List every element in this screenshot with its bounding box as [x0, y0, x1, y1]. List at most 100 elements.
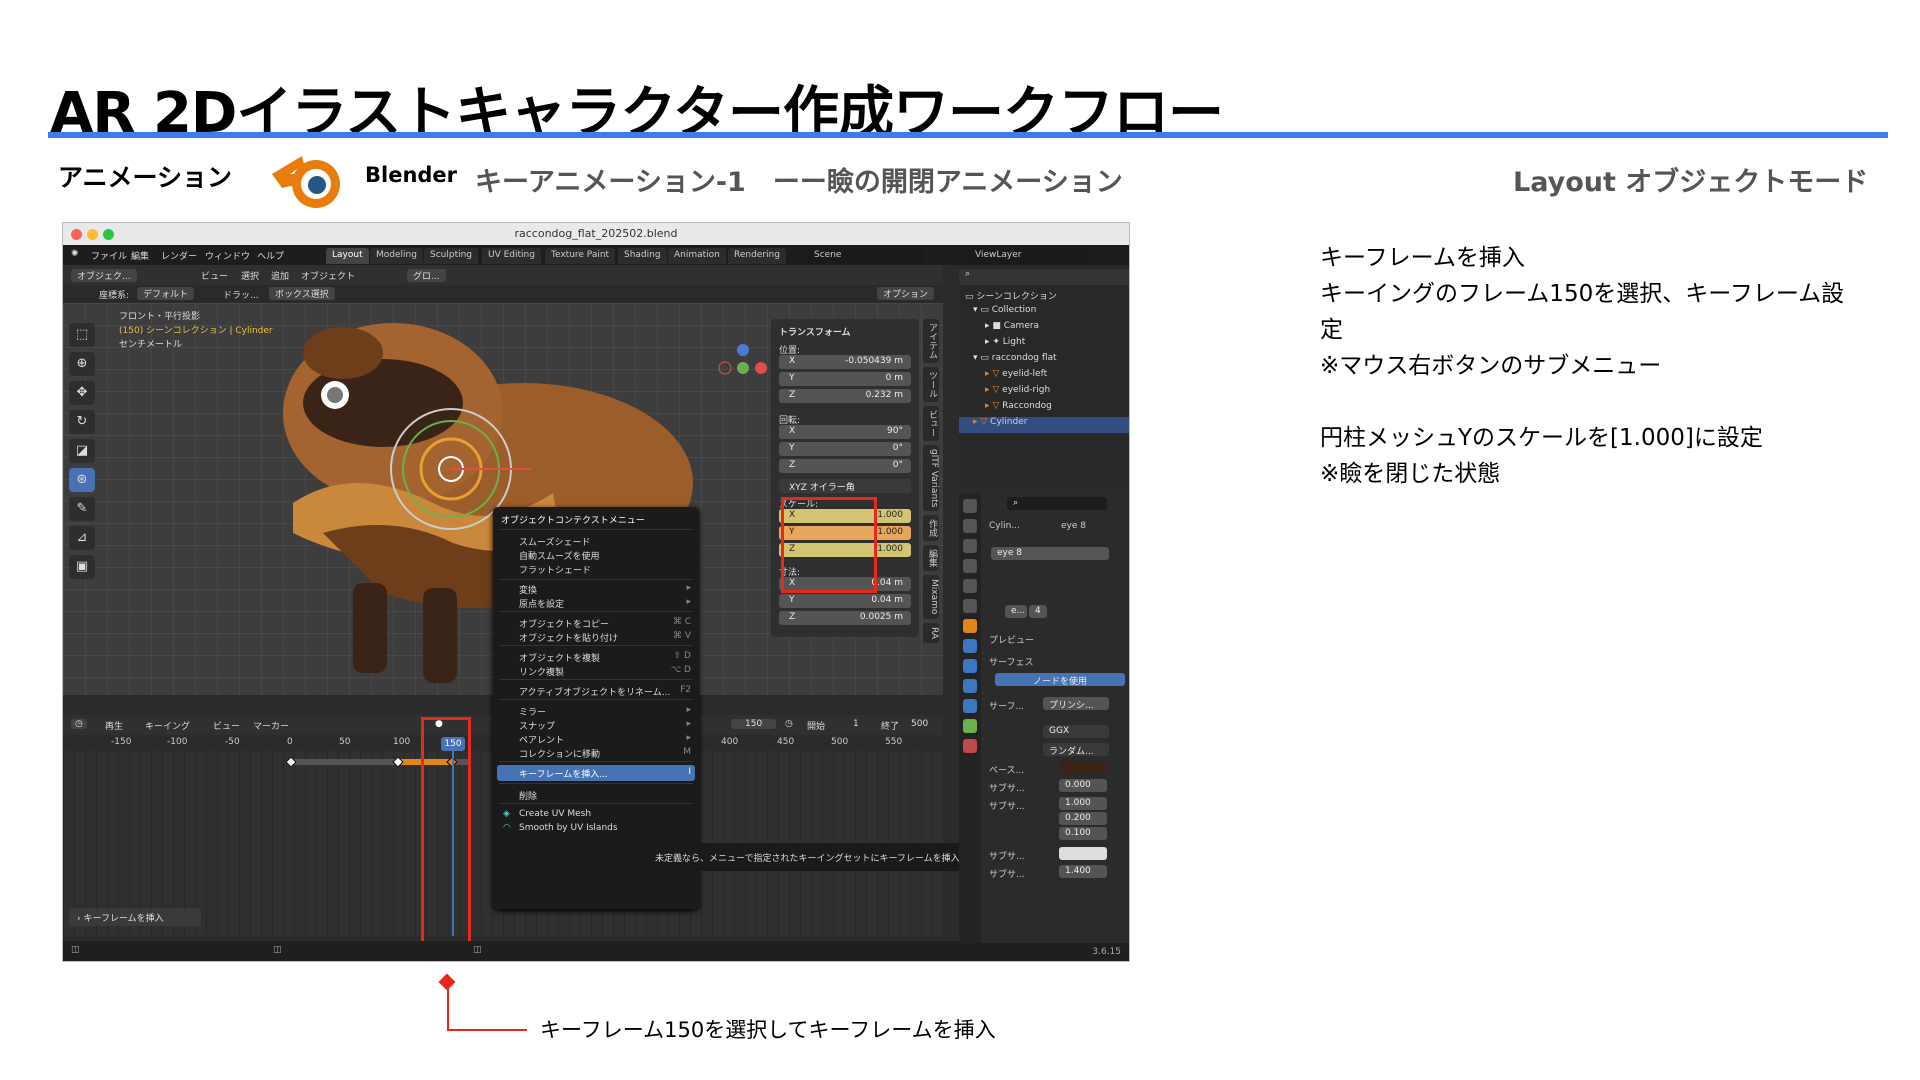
- measure-tool-icon[interactable]: ⊿: [69, 526, 95, 550]
- modifier-tab-icon[interactable]: [963, 639, 977, 653]
- outliner-item[interactable]: ▾ ▭ Collection: [959, 305, 1129, 321]
- filter-icon[interactable]: ⌕: [965, 269, 970, 279]
- axis-navigator[interactable]: [718, 343, 768, 393]
- menu-smooth-by-uv[interactable]: Smooth by UV Islands: [519, 823, 618, 833]
- tab-edit[interactable]: 編集: [923, 545, 939, 572]
- menu-flat-shade[interactable]: フラットシェード: [519, 563, 591, 576]
- outliner-item-selected[interactable]: ▸ ▽ Cylinder: [959, 417, 1129, 433]
- mode-dropdown[interactable]: オブジェク...: [71, 269, 137, 282]
- rotate-tool-icon[interactable]: ↻: [69, 410, 95, 434]
- outliner-item[interactable]: ▸ ▽ eyelid-left: [959, 369, 1129, 385]
- tab-uv-editing[interactable]: UV Editing: [482, 248, 541, 264]
- clock-icon[interactable]: ◷: [785, 719, 793, 729]
- radius-z-field[interactable]: 0.100: [1059, 827, 1107, 840]
- radius-y-field[interactable]: 0.200: [1059, 812, 1107, 825]
- rotation-z-field[interactable]: Z 0°: [779, 459, 911, 473]
- use-nodes-button[interactable]: ノードを使用: [995, 673, 1125, 687]
- tab-item[interactable]: アイテム: [923, 319, 939, 363]
- outliner-item[interactable]: ▸ ▽ eyelid-righ: [959, 385, 1129, 401]
- cursor-tool-icon[interactable]: ⊕: [69, 352, 95, 376]
- outliner-item[interactable]: ▸ ▽ Raccondog: [959, 401, 1129, 417]
- scene-tab-icon[interactable]: [963, 579, 977, 593]
- tab-shading[interactable]: Shading: [618, 248, 667, 264]
- menu-duplicate-object[interactable]: オブジェクトを複製: [519, 651, 600, 664]
- menu-marker[interactable]: マーカー: [253, 719, 289, 732]
- tab-create[interactable]: 作成: [923, 515, 939, 542]
- menu-object[interactable]: オブジェクト: [301, 269, 355, 282]
- tab-ra[interactable]: RA: [923, 622, 939, 643]
- location-z-field[interactable]: Z 0.232 m: [779, 389, 911, 403]
- render-tab-icon[interactable]: [963, 519, 977, 533]
- menu-move-to-collection[interactable]: コレクションに移動: [519, 747, 600, 760]
- material-slot[interactable]: eye 8: [991, 547, 1109, 560]
- tab-modeling[interactable]: Modeling: [370, 248, 423, 264]
- menu-add[interactable]: 追加: [271, 269, 289, 282]
- menu-delete[interactable]: 削除: [519, 789, 537, 802]
- menu-copy-object[interactable]: オブジェクトをコピー: [519, 617, 609, 630]
- coord-dropdown[interactable]: デフォルト: [137, 287, 195, 300]
- surface-panel-header[interactable]: サーフェス: [989, 655, 1033, 668]
- orientation-dropdown[interactable]: グロ...: [407, 269, 446, 282]
- outliner-item[interactable]: ▸ ✦ Light: [959, 337, 1129, 353]
- add-cube-tool-icon[interactable]: ▣: [69, 555, 95, 579]
- view-layer-tab-icon[interactable]: [963, 559, 977, 573]
- subsurface-ior-field[interactable]: 1.400: [1059, 865, 1107, 878]
- viewlayer-selector[interactable]: ViewLayer: [969, 248, 1087, 264]
- tab-view[interactable]: ビュー: [923, 406, 939, 441]
- menu-edit[interactable]: 編集: [131, 249, 149, 262]
- tab-mixamo[interactable]: Mixamo: [923, 575, 939, 619]
- menu-window[interactable]: ウィンドウ: [205, 249, 250, 262]
- tab-rendering[interactable]: Rendering: [728, 248, 786, 264]
- transform-tool-icon[interactable]: ⊛: [69, 468, 95, 492]
- last-operator-panel[interactable]: › キーフレームを挿入: [69, 908, 201, 926]
- menu-tl-view[interactable]: ビュー: [213, 719, 240, 732]
- menu-render[interactable]: レンダー: [161, 249, 197, 262]
- tab-sculpting[interactable]: Sculpting: [424, 248, 479, 264]
- scene-selector[interactable]: Scene: [808, 248, 924, 264]
- menu-auto-smooth[interactable]: 自動スムーズを使用: [519, 549, 600, 562]
- object-tab-icon[interactable]: [963, 619, 977, 633]
- constraints-tab-icon[interactable]: [963, 699, 977, 713]
- tab-tool[interactable]: ツール: [923, 367, 939, 402]
- menu-snap[interactable]: スナップ: [519, 719, 555, 732]
- output-tab-icon[interactable]: [963, 539, 977, 553]
- current-frame-field[interactable]: 150: [731, 719, 777, 729]
- move-tool-icon[interactable]: ✥: [69, 381, 95, 405]
- outliner-item[interactable]: ▸ ■ Camera: [959, 321, 1129, 337]
- menu-select[interactable]: 選択: [241, 269, 259, 282]
- base-color-field[interactable]: [1059, 761, 1107, 774]
- rotation-mode-dropdown[interactable]: XYZ オイラー角: [779, 479, 911, 493]
- subsurface-method-dropdown[interactable]: ランダム...: [1043, 743, 1109, 757]
- material-name-field[interactable]: e...: [1005, 605, 1027, 618]
- options-dropdown[interactable]: オプション: [877, 287, 935, 300]
- menu-file[interactable]: ファイル: [91, 249, 127, 262]
- rotation-y-field[interactable]: Y 0°: [779, 442, 911, 456]
- material-users-field[interactable]: 4: [1029, 605, 1047, 618]
- subsurface-color-field[interactable]: [1059, 847, 1107, 860]
- menu-keying[interactable]: キーイング: [145, 719, 190, 732]
- menu-set-origin[interactable]: 原点を設定: [519, 597, 564, 610]
- box-select-dropdown[interactable]: ボックス選択: [269, 287, 335, 300]
- menu-view[interactable]: ビュー: [201, 269, 228, 282]
- menu-paste-object[interactable]: オブジェクトを貼り付け: [519, 631, 618, 644]
- preview-panel-header[interactable]: プレビュー: [989, 633, 1034, 646]
- drag-dropdown[interactable]: ドラッ...: [223, 288, 259, 301]
- dimension-z-field[interactable]: Z 0.0025 m: [779, 611, 911, 625]
- menu-insert-keyframe[interactable]: キーフレームを挿入...: [497, 765, 695, 781]
- particles-tab-icon[interactable]: [963, 659, 977, 673]
- tool-tab-icon[interactable]: [963, 499, 977, 513]
- menu-convert[interactable]: 変換: [519, 583, 537, 596]
- tab-layout[interactable]: Layout: [326, 248, 369, 264]
- tab-gltf-variants[interactable]: glTF Variants: [923, 445, 939, 512]
- select-tool-icon[interactable]: ⬚: [69, 323, 95, 347]
- dimension-y-field[interactable]: Y 0.04 m: [779, 594, 911, 608]
- outliner-item[interactable]: ▭ シーンコレクション: [959, 289, 1129, 305]
- location-x-field[interactable]: X -0.050439 m: [779, 355, 911, 369]
- tab-texture-paint[interactable]: Texture Paint: [545, 248, 616, 264]
- menu-parent[interactable]: ペアレント: [519, 733, 564, 746]
- menu-link-duplicate[interactable]: リンク複製: [519, 665, 564, 678]
- menu-help[interactable]: ヘルプ: [257, 249, 284, 262]
- radius-x-field[interactable]: 1.000: [1059, 797, 1107, 810]
- shader-dropdown[interactable]: プリンシ...: [1043, 697, 1109, 711]
- world-tab-icon[interactable]: [963, 599, 977, 613]
